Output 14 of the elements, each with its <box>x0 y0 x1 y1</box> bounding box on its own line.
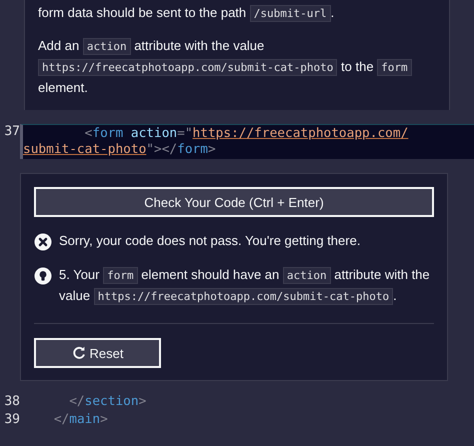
code-line[interactable]: </main> <box>20 411 108 429</box>
line-number: 39 <box>3 411 20 429</box>
hint-message: 5. Your form element should have an action attribute with the value https://freecatphotoapp.com/submit-cat-photo . <box>59 266 431 307</box>
line-number: 38 <box>3 393 20 411</box>
check-code-button[interactable]: Check Your Code (Ctrl + Enter) <box>34 187 434 217</box>
code-line[interactable]: </section> <box>20 393 146 411</box>
line-number: 37 <box>3 124 20 140</box>
reset-icon <box>72 346 86 360</box>
lightbulb-icon <box>34 267 52 285</box>
error-icon <box>34 233 52 251</box>
instruction-text: Add an action attribute with the value https://freecatphotoapp.com/submit-cat-photo to the form element. <box>38 36 436 98</box>
instruction-text: form data should be sent to the path /submit-url . <box>38 4 336 24</box>
reset-button[interactable]: Reset <box>34 338 161 368</box>
error-message: Sorry, your code does not pass. You're getting there. <box>59 232 360 250</box>
